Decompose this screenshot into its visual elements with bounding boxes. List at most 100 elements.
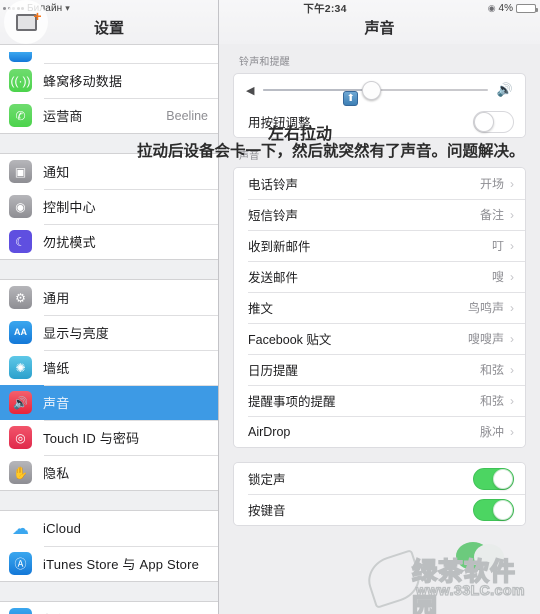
speaker-mute-icon: ◀ <box>246 84 255 97</box>
sidebar-item-control-center[interactable]: ◉ 控制中心 <box>0 189 218 224</box>
table-row[interactable]: 日历提醒 和弦 › <box>234 354 525 385</box>
row-label: 推文 <box>248 302 274 316</box>
row-value: 和弦 <box>479 394 504 408</box>
new-window-plus-icon[interactable]: + <box>4 0 48 44</box>
table-row[interactable]: 电话铃声 开场 › <box>234 168 525 199</box>
sidebar-item-touch-id[interactable]: ◎ Touch ID 与密码 <box>0 420 218 455</box>
slider-track[interactable] <box>263 80 488 100</box>
general-gear-icon: ⚙ <box>9 286 32 309</box>
sidebar-group-stores: ☁ iCloud Ⓐ iTunes Store 与 App Store <box>0 510 218 582</box>
window-shape: + <box>15 9 42 31</box>
chevron-right-icon: › <box>510 207 514 222</box>
sidebar-item-cellular[interactable]: ((·)) 蜂窝移动数据 <box>0 63 218 98</box>
row-label: 日历提醒 <box>248 364 299 378</box>
do-not-disturb-moon-icon: ☾ <box>9 230 32 253</box>
row-label: AirDrop <box>248 424 291 439</box>
settings-sidebar[interactable]: 设置 ((·)) 蜂窝移动数据 ✆ 运营商 Beeline ▣ 通知 ◉ 控制中… <box>0 0 219 614</box>
sidebar-item-label: iCloud <box>43 521 82 536</box>
ios-settings-split-view: 设置 ((·)) 蜂窝移动数据 ✆ 运营商 Beeline ▣ 通知 ◉ 控制中… <box>0 0 540 614</box>
lock-sounds-row[interactable]: 锁定声 <box>234 463 525 494</box>
sidebar-item-mail-contacts-calendars[interactable]: ✉ 邮件、通讯录、日历 <box>0 602 218 614</box>
chevron-right-icon: › <box>510 393 514 408</box>
sidebar-item-display-brightness[interactable]: AA 显示与亮度 <box>0 315 218 350</box>
sidebar-item-label: 隐私 <box>43 466 70 481</box>
system-sounds-card: 锁定声 按键音 <box>233 462 526 526</box>
sidebar-item-privacy[interactable]: ✋ 隐私 <box>0 455 218 490</box>
chevron-right-icon: › <box>510 300 514 315</box>
row-label: 电话铃声 <box>248 178 299 192</box>
sidebar-group-system: ⚙ 通用 AA 显示与亮度 ✺ 墙纸 🔊 声音 ◎ Touch ID 与密码 ✋… <box>0 279 218 491</box>
table-row[interactable]: Facebook 贴文 嗖嗖声 › <box>234 323 525 354</box>
row-label: 提醒事项的提醒 <box>248 395 336 409</box>
sidebar-item-label: 通用 <box>43 291 70 306</box>
change-with-buttons-toggle[interactable] <box>473 110 514 133</box>
row-label: 短信铃声 <box>248 209 299 223</box>
sidebar-item-label: 显示与亮度 <box>43 326 110 341</box>
row-value: 嗖嗖声 <box>467 332 504 346</box>
control-center-icon: ◉ <box>9 195 32 218</box>
sidebar-group-gap <box>0 582 218 601</box>
sidebar-item-carrier[interactable]: ✆ 运营商 Beeline <box>0 98 218 133</box>
sidebar-item-itunes-app-store[interactable]: Ⓐ iTunes Store 与 App Store <box>0 546 218 581</box>
detail-title: 声音 <box>219 0 540 44</box>
notifications-icon: ▣ <box>9 160 32 183</box>
table-row[interactable]: AirDrop 脉冲 › <box>234 416 525 447</box>
table-row[interactable]: 提醒事项的提醒 和弦 › <box>234 385 525 416</box>
lock-sounds-toggle[interactable] <box>473 467 514 490</box>
row-value: 备注 <box>479 208 504 222</box>
table-row[interactable]: 短信铃声 备注 › <box>234 199 525 230</box>
chevron-right-icon: › <box>510 424 514 439</box>
plus-glyph: + <box>33 7 42 24</box>
slider-thumb[interactable] <box>361 80 381 100</box>
sidebar-item-label: iTunes Store 与 App Store <box>43 557 200 572</box>
sidebar-item-label: 蜂窝移动数据 <box>43 74 123 89</box>
toggle-knob <box>493 468 513 489</box>
toggle-knob <box>493 499 513 520</box>
table-row[interactable]: 推文 鸟鸣声 › <box>234 292 525 323</box>
sidebar-item-label: 勿扰模式 <box>43 235 96 250</box>
sidebar-item-wallpaper[interactable]: ✺ 墙纸 <box>0 350 218 385</box>
row-label: 锁定声 <box>248 473 286 487</box>
wallpaper-icon: ✺ <box>9 356 32 379</box>
chevron-right-icon: › <box>510 176 514 191</box>
ringer-section-header: 铃声和提醒 <box>239 57 290 68</box>
chevron-right-icon: › <box>510 331 514 346</box>
table-row[interactable]: 收到新邮件 叮 › <box>234 230 525 261</box>
sidebar-group-gap <box>0 260 218 279</box>
row-value: 鸟鸣声 <box>467 301 504 315</box>
display-brightness-aa-icon: AA <box>9 321 32 344</box>
sidebar-item-value: Beeline <box>166 108 208 123</box>
speaker-loud-icon: 🔊 <box>496 82 513 97</box>
up-arrow-icon: ⬆ <box>343 91 359 106</box>
sounds-speaker-icon: 🔊 <box>9 391 32 414</box>
sidebar-item-icloud[interactable]: ☁ iCloud <box>0 511 218 546</box>
row-value: 开场 <box>479 177 504 191</box>
row-label: Facebook 贴文 <box>248 333 332 347</box>
keyboard-clicks-toggle[interactable] <box>473 498 514 521</box>
keyboard-clicks-row[interactable]: 按键音 <box>234 494 525 525</box>
wifi-settings-icon <box>9 52 32 62</box>
sidebar-item-label: 声音 <box>43 396 70 411</box>
sidebar-item-label: 通知 <box>43 165 70 180</box>
sidebar-item-label: 墙纸 <box>43 361 70 376</box>
cellular-icon: ((·)) <box>9 69 32 92</box>
sidebar-item-do-not-disturb[interactable]: ☾ 勿扰模式 <box>0 224 218 259</box>
carrier-phone-icon: ✆ <box>9 104 32 127</box>
sidebar-group-connectivity: ((·)) 蜂窝移动数据 ✆ 运营商 Beeline <box>0 44 218 134</box>
sidebar-item-label: Touch ID 与密码 <box>43 431 140 446</box>
sidebar-scroll-area[interactable]: ((·)) 蜂窝移动数据 ✆ 运营商 Beeline ▣ 通知 ◉ 控制中心 ☾… <box>0 44 218 614</box>
sidebar-item-wifi[interactable] <box>0 45 218 63</box>
chevron-right-icon: › <box>510 238 514 253</box>
table-row[interactable]: 发送邮件 嗖 › <box>234 261 525 292</box>
touch-id-fingerprint-icon: ◎ <box>9 426 32 449</box>
row-value: 脉冲 <box>479 425 504 439</box>
sidebar-item-label: 运营商 <box>43 109 83 124</box>
sounds-detail-panel[interactable]: 声音 铃声和提醒 ◀ 🔊 ⬆ 用按钮调整 声音 电话铃声 开场 › 短信铃声 备… <box>219 0 540 614</box>
sidebar-item-sounds[interactable]: 🔊 声音 <box>0 385 218 420</box>
row-label: 按键音 <box>248 504 286 518</box>
sidebar-group-notifications: ▣ 通知 ◉ 控制中心 ☾ 勿扰模式 <box>0 153 218 260</box>
row-value: 嗖 <box>491 270 504 284</box>
ringer-volume-slider[interactable]: ◀ 🔊 ⬆ <box>234 74 525 106</box>
sidebar-item-general[interactable]: ⚙ 通用 <box>0 280 218 315</box>
